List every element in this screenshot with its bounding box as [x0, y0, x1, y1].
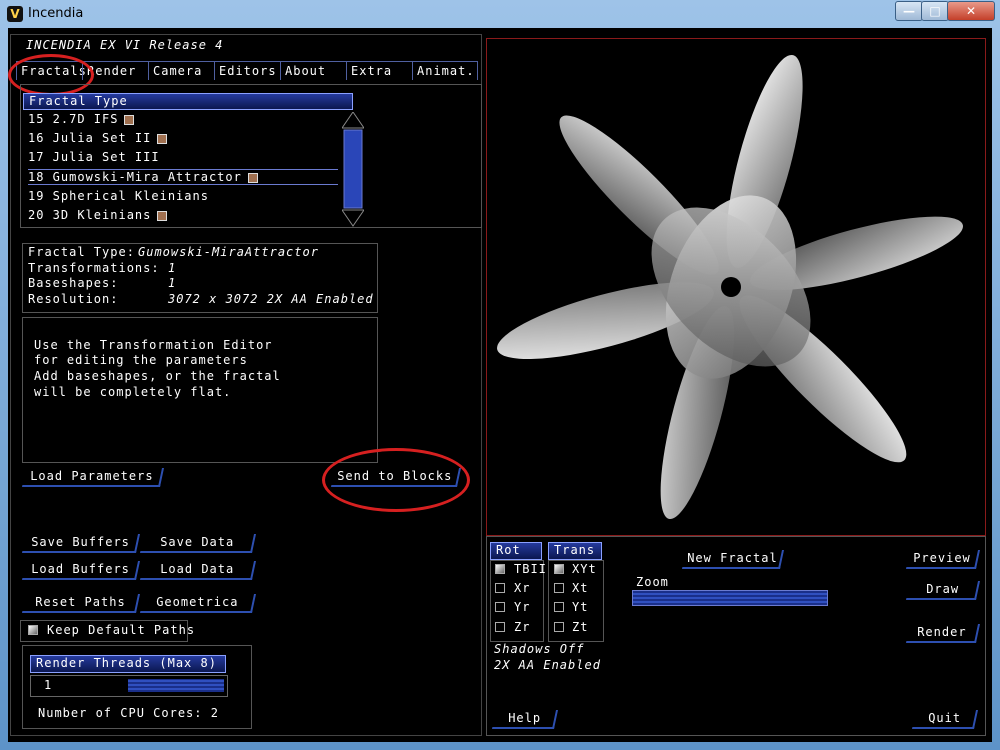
info-res-label: Resolution:	[28, 292, 119, 306]
render-button[interactable]: Render	[905, 624, 981, 643]
rot-checkbox[interactable]	[495, 622, 505, 632]
draw-button[interactable]: Draw	[905, 581, 981, 600]
trans-header: Trans	[548, 542, 602, 560]
save-buffers-button[interactable]: Save Buffers	[21, 534, 141, 553]
swatch-icon	[124, 114, 135, 125]
tab-about[interactable]: About	[280, 61, 346, 80]
trans-option: Yt	[572, 600, 589, 614]
rot-checkbox[interactable]	[495, 564, 505, 574]
render-viewport[interactable]	[486, 38, 986, 536]
scroll-down-icon	[342, 209, 364, 227]
rot-option: Zr	[514, 620, 531, 634]
info-type-value: Gumowski-MiraAttractor	[138, 245, 319, 259]
keep-paths-checkbox[interactable]	[28, 625, 38, 635]
quit-button[interactable]: Quit	[911, 710, 979, 729]
preview-button[interactable]: Preview	[905, 550, 981, 569]
help-button[interactable]: Help	[491, 710, 559, 729]
help-line: for editing the parameters	[34, 353, 248, 367]
swatch-icon	[157, 133, 168, 144]
client-area: INCENDIA EX VI Release 4 Fractals Render…	[8, 28, 992, 742]
load-data-button[interactable]: Load Data	[139, 561, 257, 580]
shadows-status: Shadows Off	[494, 642, 585, 656]
zoom-slider[interactable]	[632, 590, 828, 606]
list-item[interactable]: 17 Julia Set III	[28, 150, 160, 164]
trans-checkbox[interactable]	[554, 622, 564, 632]
list-item[interactable]: 20 3D Kleinians	[28, 208, 168, 222]
threads-value: 1	[44, 678, 53, 692]
trans-checkbox[interactable]	[554, 583, 564, 593]
trans-checkbox[interactable]	[554, 602, 564, 612]
load-parameters-button[interactable]: Load Parameters	[21, 468, 165, 487]
zoom-label: Zoom	[636, 575, 669, 589]
reset-paths-button[interactable]: Reset Paths	[21, 594, 141, 613]
info-res-value: 3072 x 3072 2X AA Enabled	[168, 292, 374, 306]
maximize-button[interactable]: □	[921, 1, 949, 21]
tab-camera[interactable]: Camera	[148, 61, 214, 80]
list-item[interactable]: 19 Spherical Kleinians	[28, 189, 209, 203]
fractal-list-header: Fractal Type	[23, 93, 353, 110]
trans-checkbox[interactable]	[554, 564, 564, 574]
threads-slider-track[interactable]	[128, 679, 224, 692]
help-line: Add baseshapes, or the fractal	[34, 369, 281, 383]
fractal-render-image	[497, 54, 964, 520]
rot-checkbox[interactable]	[495, 602, 505, 612]
app-window: V Incendia — □ ✕ INCENDIA EX VI Release …	[0, 0, 1000, 750]
new-fractal-button[interactable]: New Fractal	[681, 550, 785, 569]
minimize-button[interactable]: —	[895, 1, 923, 21]
render-threads-header: Render Threads (Max 8)	[30, 655, 226, 673]
trans-option: Xt	[572, 581, 589, 595]
swatch-icon	[247, 172, 258, 183]
list-item-selected[interactable]: 18 Gumowski-Mira Attractor	[28, 169, 338, 185]
window-title: Incendia	[28, 6, 84, 21]
keep-paths-label: Keep Default Paths	[47, 623, 196, 637]
swatch-icon	[157, 210, 168, 221]
rot-option: Yr	[514, 600, 531, 614]
info-base-value: 1	[168, 276, 177, 290]
trans-option: Zt	[572, 620, 589, 634]
info-type-label: Fractal Type:	[28, 245, 135, 259]
title-bar[interactable]: V Incendia — □ ✕	[0, 0, 1000, 28]
help-line: Use the Transformation Editor	[34, 338, 273, 352]
aa-status: 2X AA Enabled	[494, 658, 601, 672]
list-scrollbar[interactable]	[342, 112, 364, 230]
info-base-label: Baseshapes:	[28, 276, 119, 290]
annotation-circle-send	[322, 448, 470, 512]
geometrica-button[interactable]: Geometrica	[139, 594, 257, 613]
save-data-button[interactable]: Save Data	[139, 534, 257, 553]
rot-option: TBII	[514, 562, 547, 576]
app-logo-icon: V	[7, 6, 23, 22]
info-trans-value: 1	[168, 261, 177, 275]
tab-extra[interactable]: Extra	[346, 61, 412, 80]
rot-checkbox[interactable]	[495, 583, 505, 593]
scroll-thumb	[343, 129, 363, 209]
cpu-cores-label: Number of CPU Cores: 2	[38, 706, 219, 720]
load-buffers-button[interactable]: Load Buffers	[21, 561, 141, 580]
tab-animat[interactable]: Animat.	[412, 61, 478, 80]
help-line: will be completely flat.	[34, 385, 232, 399]
rot-header: Rot	[490, 542, 542, 560]
app-header-title: INCENDIA EX VI Release 4	[26, 38, 224, 52]
rot-option: Xr	[514, 581, 531, 595]
close-button[interactable]: ✕	[947, 1, 995, 21]
scroll-up-icon	[342, 112, 364, 129]
list-item[interactable]: 15 2.7D IFS	[28, 112, 135, 126]
trans-option: XYt	[572, 562, 597, 576]
list-item[interactable]: 16 Julia Set II	[28, 131, 168, 145]
info-trans-label: Transformations:	[28, 261, 160, 275]
tab-editors[interactable]: Editors	[214, 61, 280, 80]
